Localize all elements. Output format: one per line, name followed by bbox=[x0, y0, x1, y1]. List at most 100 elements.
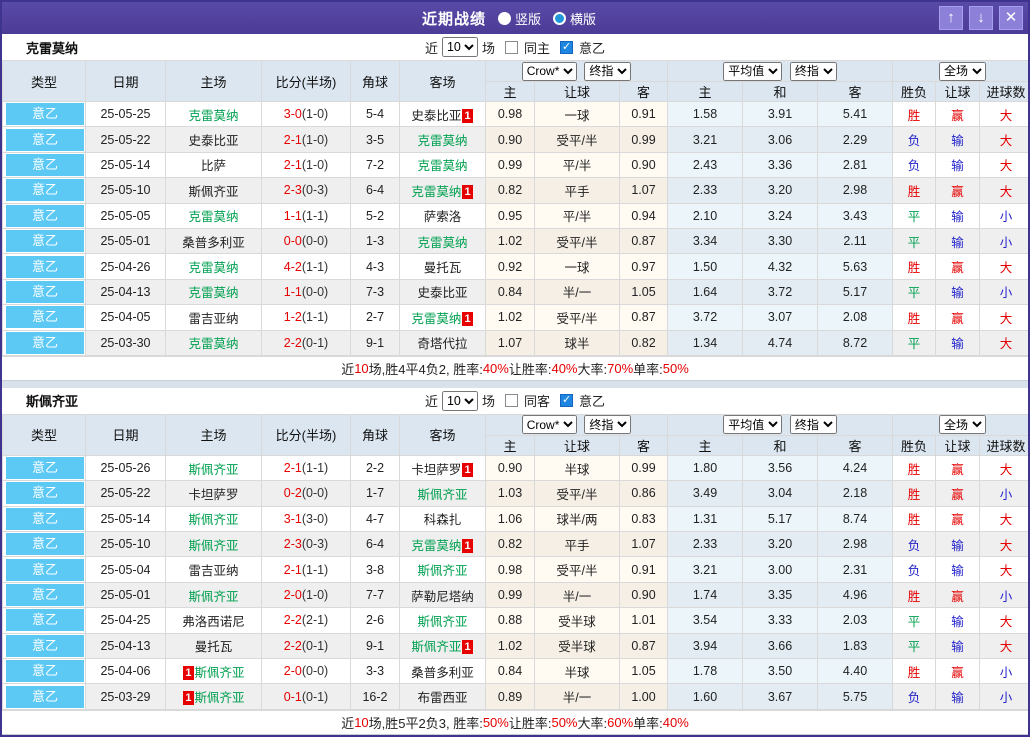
handicap-cell: 平/半 bbox=[535, 203, 620, 228]
away-odds-cell: 0.87 bbox=[620, 228, 668, 253]
handicap-cell: 受半球 bbox=[535, 608, 620, 633]
corner-cell: 7-7 bbox=[351, 582, 400, 607]
summary-stat-value: 50% bbox=[663, 361, 689, 376]
avg-away-cell: 5.63 bbox=[818, 254, 893, 279]
league-cell: 意乙 bbox=[3, 178, 86, 203]
sub-col-avg-draw: 和 bbox=[743, 435, 818, 455]
match-row: 意乙25-05-26斯佩齐亚2-1(1-1)2-2卡坦萨罗10.90半球0.99… bbox=[3, 455, 1030, 480]
score-cell: 3-0(1-0) bbox=[262, 102, 351, 127]
league-badge: 意乙 bbox=[6, 103, 84, 125]
handicap-result-cell: 赢 bbox=[936, 305, 980, 330]
same-league-checkbox[interactable] bbox=[560, 41, 573, 54]
team-name: 斯佩齐亚 bbox=[411, 640, 461, 654]
same-venue-checkbox[interactable] bbox=[505, 394, 518, 407]
scope-select[interactable]: 全场 bbox=[939, 62, 986, 81]
handicap-cell: 半球 bbox=[535, 455, 620, 480]
layout-option-horizontal[interactable]: 横版 bbox=[553, 9, 596, 28]
radio-vertical-icon[interactable] bbox=[498, 12, 511, 25]
promotion-badge: 1 bbox=[462, 109, 472, 123]
avg-odds-header: 平均值 终指 bbox=[668, 414, 893, 435]
win-loss-cell: 胜 bbox=[893, 455, 936, 480]
match-row: 意乙25-05-22史泰比亚2-1(1-0)3-5克雷莫纳0.90受平/半0.9… bbox=[3, 127, 1030, 152]
promotion-badge: 1 bbox=[462, 640, 472, 654]
promotion-badge: 1 bbox=[462, 463, 472, 477]
score-cell: 1-1(0-0) bbox=[262, 279, 351, 304]
scope-select[interactable]: 全场 bbox=[939, 415, 986, 434]
avg-source-select[interactable]: 平均值 bbox=[723, 415, 782, 434]
move-down-button[interactable]: ↓ bbox=[969, 6, 993, 30]
same-venue-checkbox[interactable] bbox=[505, 41, 518, 54]
avg-stage-select[interactable]: 终指 bbox=[790, 62, 837, 81]
match-row: 意乙25-03-30克雷莫纳2-2(0-1)9-1奇塔代拉1.07球半0.821… bbox=[3, 330, 1030, 355]
avg-home-cell: 1.58 bbox=[668, 102, 743, 127]
avg-away-cell: 2.18 bbox=[818, 481, 893, 506]
bookmaker-select[interactable]: Crow* bbox=[522, 415, 577, 434]
avg-stage-select[interactable]: 终指 bbox=[790, 415, 837, 434]
avg-source-select[interactable]: 平均值 bbox=[723, 62, 782, 81]
date-cell: 25-05-10 bbox=[86, 532, 166, 557]
date-cell: 25-04-13 bbox=[86, 633, 166, 658]
team-name: 雷吉亚纳 bbox=[188, 564, 238, 578]
home-odds-cell: 0.99 bbox=[486, 582, 535, 607]
summary-stat-value: 10 bbox=[354, 361, 368, 376]
titlebar: 近期战绩 竖版 横版 ↑ ↓ ✕ bbox=[2, 2, 1028, 34]
odds-stage-select[interactable]: 终指 bbox=[584, 62, 631, 81]
avg-draw-cell: 3.20 bbox=[743, 532, 818, 557]
goals-result-cell: 大 bbox=[980, 127, 1030, 152]
handicap-result-cell: 输 bbox=[936, 633, 980, 658]
match-count-select[interactable]: 10 bbox=[442, 37, 478, 57]
avg-away-cell: 4.40 bbox=[818, 659, 893, 684]
home-odds-cell: 0.95 bbox=[486, 203, 535, 228]
home-team-cell: 雷吉亚纳 bbox=[166, 557, 262, 582]
scope-header: 全场 bbox=[893, 414, 1030, 435]
handicap-cell: 平/半 bbox=[535, 152, 620, 177]
away-odds-cell: 0.94 bbox=[620, 203, 668, 228]
avg-draw-cell: 3.36 bbox=[743, 152, 818, 177]
match-row: 意乙25-03-291斯佩齐亚0-1(0-1)16-2布雷西亚0.89半/一1.… bbox=[3, 684, 1030, 709]
bookmaker-select[interactable]: Crow* bbox=[522, 62, 577, 81]
fulltime-score: 1-1 bbox=[284, 209, 302, 223]
handicap-result-cell: 赢 bbox=[936, 481, 980, 506]
close-button[interactable]: ✕ bbox=[999, 6, 1023, 30]
filter-suffix-label: 场 bbox=[482, 38, 495, 57]
radio-horizontal-icon[interactable] bbox=[553, 12, 566, 25]
league-badge: 意乙 bbox=[6, 559, 84, 581]
away-odds-cell: 0.90 bbox=[620, 152, 668, 177]
goals-result-cell: 大 bbox=[980, 254, 1030, 279]
match-count-select[interactable]: 10 bbox=[442, 391, 478, 411]
win-loss-cell: 负 bbox=[893, 152, 936, 177]
avg-home-cell: 3.49 bbox=[668, 481, 743, 506]
col-handicap-result: 让球 bbox=[936, 82, 980, 102]
layout-option-vertical[interactable]: 竖版 bbox=[498, 9, 541, 28]
corner-cell: 1-3 bbox=[351, 228, 400, 253]
goals-result-cell: 小 bbox=[980, 659, 1030, 684]
match-row: 意乙25-05-04雷吉亚纳2-1(1-1)3-8斯佩齐亚0.98受平/半0.9… bbox=[3, 557, 1030, 582]
radio-horizontal-label: 横版 bbox=[570, 9, 596, 28]
team-name: 克雷莫纳 bbox=[188, 286, 238, 300]
handicap-result-cell: 赢 bbox=[936, 506, 980, 531]
avg-home-cell: 3.94 bbox=[668, 633, 743, 658]
filter-prefix-label: 近 bbox=[425, 38, 438, 57]
halftime-score: (1-0) bbox=[302, 158, 328, 172]
team-name: 斯佩齐亚 bbox=[188, 185, 238, 199]
same-league-checkbox[interactable] bbox=[560, 394, 573, 407]
away-team-cell: 斯佩齐亚 bbox=[400, 481, 486, 506]
away-odds-cell: 0.99 bbox=[620, 455, 668, 480]
league-cell: 意乙 bbox=[3, 254, 86, 279]
match-row: 意乙25-04-05雷吉亚纳1-2(1-1)2-7克雷莫纳11.02受平/半0.… bbox=[3, 305, 1030, 330]
avg-home-cell: 2.10 bbox=[668, 203, 743, 228]
home-odds-cell: 0.88 bbox=[486, 608, 535, 633]
avg-home-cell: 2.43 bbox=[668, 152, 743, 177]
avg-home-cell: 3.34 bbox=[668, 228, 743, 253]
same-venue-label: 同主 bbox=[524, 38, 550, 57]
odds-stage-select[interactable]: 终指 bbox=[584, 415, 631, 434]
fulltime-score: 2-1 bbox=[284, 133, 302, 147]
avg-home-cell: 3.54 bbox=[668, 608, 743, 633]
halftime-score: (0-0) bbox=[302, 486, 328, 500]
fulltime-score: 2-3 bbox=[284, 537, 302, 551]
fulltime-score: 0-0 bbox=[284, 234, 302, 248]
away-odds-cell: 1.07 bbox=[620, 532, 668, 557]
away-odds-cell: 0.91 bbox=[620, 102, 668, 127]
move-up-button[interactable]: ↑ bbox=[939, 6, 963, 30]
team-name: 克雷莫纳 bbox=[188, 210, 238, 224]
